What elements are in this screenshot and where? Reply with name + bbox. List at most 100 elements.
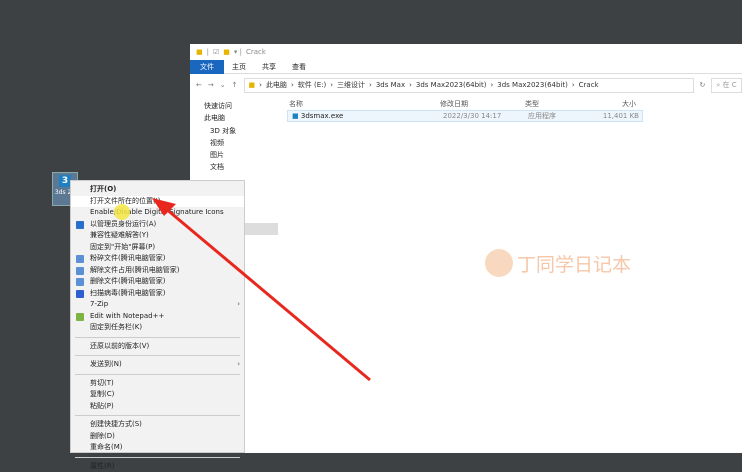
tab-file[interactable]: 文件 [190, 60, 224, 74]
nav-item[interactable]: 快速访问 [190, 100, 278, 112]
menu-item-label: 粉碎文件(腾讯电脑管家) [90, 254, 165, 262]
breadcrumb-item[interactable]: 3ds Max2023(64bit) [416, 81, 487, 89]
menu-item-label: 创建快捷方式(S) [90, 420, 142, 428]
nav-item[interactable]: 此电脑 [190, 112, 278, 124]
delete-icon [76, 278, 84, 286]
menu-item-label: 删除文件(腾讯电脑管家) [90, 277, 165, 285]
up-icon[interactable]: ↑ [232, 81, 238, 89]
menu-item[interactable]: 打开文件所在的位置(I) [71, 196, 244, 208]
unlock-icon [76, 267, 84, 275]
new-folder-icon[interactable]: ■ [223, 48, 230, 56]
menu-item[interactable]: 打开(O) [71, 184, 244, 196]
file-name-text: 3dsmax.exe [301, 112, 343, 120]
menu-item-label: 粘贴(P) [90, 402, 114, 410]
column-headers: 名称 修改日期 类型 大小 [285, 98, 645, 110]
tab-share[interactable]: 共享 [254, 60, 284, 74]
ribbon-tabs: 文件 主页 共享 查看 [190, 60, 742, 74]
back-icon[interactable]: ← [196, 81, 202, 89]
address-bar-row: ← → ⌄ ↑ ■›此电脑›软件 (E:)›三维设计›3ds Max›3ds Max2… [190, 74, 742, 96]
menu-item[interactable]: 创建快捷方式(S) [71, 419, 244, 431]
menu-item-label: Edit with Notepad++ [90, 312, 164, 320]
search-input[interactable]: ⌕ 在 C [711, 78, 742, 93]
tab-home[interactable]: 主页 [224, 60, 254, 74]
menu-item[interactable]: 删除文件(腾讯电脑管家) [71, 276, 244, 288]
column-size[interactable]: 大小 [585, 98, 639, 110]
menu-item[interactable]: 以管理员身份运行(A) [71, 219, 244, 231]
file-explorer-window: ■|☑■▾ |Crack 文件 主页 共享 查看 ←→⌄↑ ■›此电脑›软件 (… [190, 44, 742, 453]
menu-item-label: 7-Zip [90, 300, 108, 308]
breadcrumb-item[interactable]: 软件 (E:) [298, 80, 326, 90]
menu-item-label: 固定到"开始"屏幕(P) [90, 243, 155, 251]
breadcrumb-item[interactable]: Crack [579, 81, 599, 89]
menu-item-label: 固定到任务栏(K) [90, 323, 142, 331]
forward-icon[interactable]: → [208, 81, 214, 89]
title-bar: ■|☑■▾ |Crack [190, 44, 742, 60]
shred-icon [76, 255, 84, 263]
search-placeholder: 在 C [723, 81, 737, 89]
notepad-icon [76, 313, 84, 321]
refresh-icon[interactable]: ↻ [700, 81, 706, 89]
menu-item[interactable]: 发送到(N)› [71, 359, 244, 371]
menu-item-label: 复制(C) [90, 390, 114, 398]
menu-item[interactable]: 粉碎文件(腾讯电脑管家) [71, 253, 244, 265]
menu-item[interactable]: Edit with Notepad++ [71, 311, 244, 323]
breadcrumb-item[interactable]: 3ds Max [376, 81, 405, 89]
menu-item[interactable]: 7-Zip › [71, 299, 244, 311]
menu-item[interactable]: 重命名(M) [71, 442, 244, 454]
menu-item[interactable]: 固定到"开始"屏幕(P) [71, 242, 244, 254]
nav-item[interactable]: 图片 [190, 149, 278, 161]
menu-item-label: 删除(D) [90, 432, 115, 440]
menu-item[interactable]: 复制(C) [71, 389, 244, 401]
menu-item-label: 重命名(M) [90, 443, 123, 451]
menu-separator [75, 355, 240, 356]
menu-separator [75, 337, 240, 338]
recent-icon[interactable]: ⌄ [220, 81, 226, 89]
column-type[interactable]: 类型 [525, 98, 585, 110]
menu-item[interactable]: Enable/Disable Digital Signature Icons [71, 207, 244, 219]
window-title: Crack [246, 48, 266, 56]
menu-separator [75, 415, 240, 416]
column-date[interactable]: 修改日期 [440, 98, 525, 110]
file-type: 应用程序 [528, 111, 588, 121]
nav-item[interactable]: 3D 对象 [190, 125, 278, 137]
menu-item[interactable]: 剪切(T) [71, 378, 244, 390]
folder-icon: ■ [196, 48, 203, 56]
menu-item[interactable]: 属性(R) [71, 461, 244, 472]
menu-item-label: 剪切(T) [90, 379, 114, 387]
file-row[interactable]: ■ 3dsmax.exe 2022/3/30 14:17 应用程序 11,401… [287, 110, 643, 122]
file-name: ■ 3dsmax.exe [288, 111, 443, 121]
breadcrumb-item[interactable]: 此电脑 [266, 80, 287, 90]
menu-item[interactable]: 固定到任务栏(K) [71, 322, 244, 334]
menu-item-label: 解除文件占用(腾讯电脑管家) [90, 266, 179, 274]
dog-logo-icon [485, 249, 513, 277]
folder-icon: ■ [249, 81, 256, 89]
chevron-right-icon: › [237, 299, 240, 311]
menu-item[interactable]: 扫描病毒(腾讯电脑管家) [71, 288, 244, 300]
menu-item-label: 打开(O) [90, 185, 116, 193]
file-size: 11,401 KB [588, 111, 642, 121]
menu-item-label: Enable/Disable Digital Signature Icons [90, 208, 224, 216]
nav-item[interactable]: 文档 [190, 161, 278, 173]
menu-item-label: 以管理员身份运行(A) [90, 220, 156, 228]
menu-item-label: 兼容性疑难解答(Y) [90, 231, 149, 239]
context-menu: 打开(O) 打开文件所在的位置(I)Enable/Disable Digital … [70, 180, 245, 453]
properties-icon[interactable]: ☑ [213, 48, 219, 56]
menu-item[interactable]: 还原以前的版本(V) [71, 341, 244, 353]
menu-item-label: 发送到(N) [90, 360, 122, 368]
menu-item-label: 属性(R) [90, 462, 114, 470]
tab-view[interactable]: 查看 [284, 60, 314, 74]
menu-item-label: 扫描病毒(腾讯电脑管家) [90, 289, 165, 297]
exe-icon: ■ [292, 112, 299, 120]
menu-item-label: 还原以前的版本(V) [90, 342, 149, 350]
nav-item[interactable]: 视频 [190, 137, 278, 149]
menu-item[interactable]: 粘贴(P) [71, 401, 244, 413]
menu-item[interactable]: 兼容性疑难解答(Y) [71, 230, 244, 242]
watermark-text: 丁同学日记本 [517, 250, 631, 277]
column-name[interactable]: 名称 [285, 98, 440, 110]
breadcrumb-item[interactable]: 三维设计 [337, 80, 365, 90]
menu-item[interactable]: 删除(D) [71, 431, 244, 443]
shield-icon [76, 221, 84, 229]
breadcrumb-item[interactable]: 3ds Max2023(64bit) [497, 81, 568, 89]
menu-item[interactable]: 解除文件占用(腾讯电脑管家) [71, 265, 244, 277]
address-bar[interactable]: ■›此电脑›软件 (E:)›三维设计›3ds Max›3ds Max2023(6… [244, 78, 694, 93]
